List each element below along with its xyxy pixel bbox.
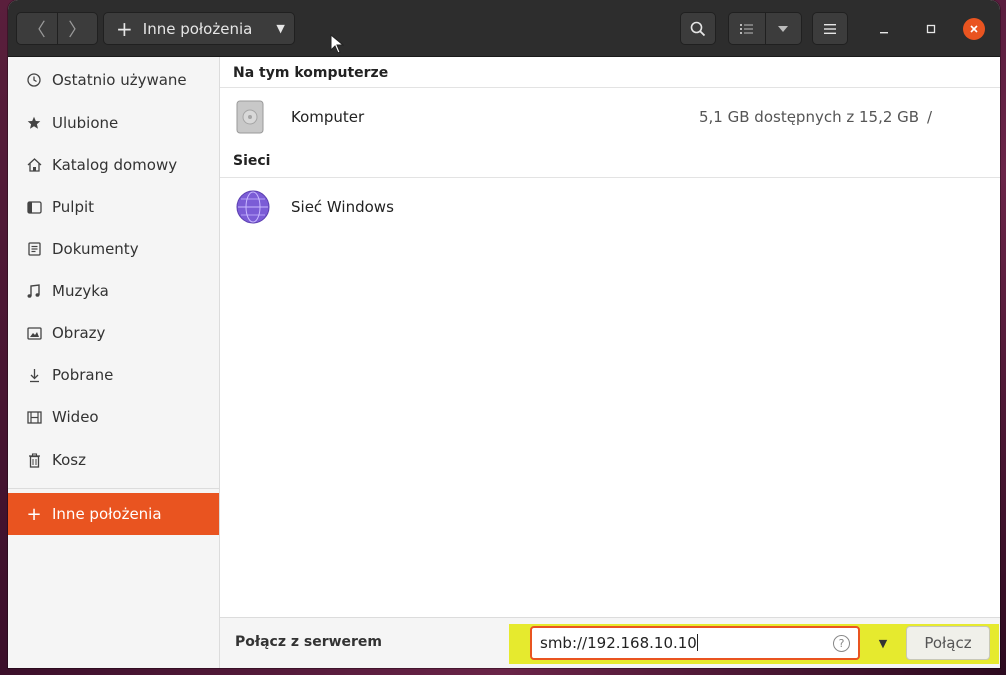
sidebar-item-downloads[interactable]: Pobrane bbox=[8, 354, 219, 396]
sidebar-item-label: Pobrane bbox=[52, 366, 114, 384]
connect-to-server-bar: Połącz z serwerem smb://192.168.10.10 ? … bbox=[220, 617, 1000, 668]
maximize-button[interactable] bbox=[920, 18, 942, 40]
sidebar: Ostatnio używane Ulubione Katalog domowy… bbox=[8, 57, 220, 668]
connect-to-server-label: Połącz z serwerem bbox=[235, 634, 383, 650]
download-icon bbox=[24, 368, 44, 383]
list-view-button[interactable] bbox=[729, 13, 766, 44]
forward-button[interactable]: 〉 bbox=[58, 13, 98, 44]
plus-icon: + bbox=[116, 16, 133, 41]
hard-drive-icon bbox=[236, 100, 264, 133]
sidebar-item-label: Obrazy bbox=[52, 324, 106, 342]
sidebar-item-label: Pulpit bbox=[52, 198, 95, 216]
network-globe-icon bbox=[236, 190, 270, 223]
video-icon bbox=[24, 410, 44, 424]
navigation-buttons: 〈 〉 bbox=[16, 12, 98, 45]
music-icon bbox=[24, 283, 44, 299]
sidebar-item-trash[interactable]: Kosz bbox=[8, 439, 219, 481]
file-manager-window: 〈 〉 + Inne położenia ▼ Ostatnio używane … bbox=[8, 0, 1000, 668]
close-button[interactable] bbox=[963, 18, 985, 40]
sidebar-item-music[interactable]: Muzyka bbox=[8, 270, 219, 312]
location-name: Sieć Windows bbox=[291, 197, 394, 216]
sidebar-item-pictures[interactable]: Obrazy bbox=[8, 312, 219, 354]
sidebar-item-label: Ostatnio używane bbox=[52, 71, 187, 89]
sidebar-item-recent[interactable]: Ostatnio używane bbox=[8, 59, 219, 101]
image-icon bbox=[24, 326, 44, 340]
search-icon bbox=[690, 21, 706, 36]
mouse-pointer-icon bbox=[330, 34, 344, 54]
sidebar-item-label: Wideo bbox=[52, 408, 99, 426]
back-button[interactable]: 〈 bbox=[17, 13, 58, 44]
location-button[interactable]: + Inne położenia ▼ bbox=[103, 12, 295, 45]
forward-icon: 〉 bbox=[68, 19, 87, 41]
maximize-icon bbox=[926, 24, 936, 34]
chevron-down-icon bbox=[778, 25, 789, 32]
home-icon bbox=[24, 158, 44, 172]
star-icon bbox=[24, 116, 44, 130]
minimize-icon bbox=[880, 32, 888, 34]
close-icon bbox=[970, 25, 978, 33]
connect-button[interactable]: Połącz bbox=[906, 626, 990, 660]
sidebar-item-label: Inne położenia bbox=[52, 505, 162, 523]
sidebar-item-home[interactable]: Katalog domowy bbox=[8, 144, 219, 186]
section-title-networks: Sieci bbox=[233, 153, 271, 169]
sidebar-separator bbox=[8, 488, 219, 489]
trash-icon bbox=[24, 452, 44, 468]
desktop-icon bbox=[24, 200, 44, 214]
headerbar: 〈 〉 + Inne położenia ▼ bbox=[8, 0, 1000, 57]
server-address-value: smb://192.168.10.10 bbox=[540, 634, 697, 652]
location-row-computer[interactable]: Komputer 5,1 GB dostępnych z 15,2 GB / bbox=[220, 94, 1000, 139]
sidebar-item-other-locations[interactable]: + Inne położenia bbox=[8, 493, 219, 535]
recent-servers-dropdown[interactable]: ▼ bbox=[867, 626, 899, 660]
search-button[interactable] bbox=[680, 12, 716, 45]
connect-button-label: Połącz bbox=[924, 634, 972, 652]
chevron-down-icon: ▼ bbox=[878, 636, 888, 650]
divider bbox=[220, 177, 1000, 178]
plus-icon: + bbox=[26, 503, 42, 525]
sidebar-item-label: Kosz bbox=[52, 451, 86, 469]
sidebar-item-label: Muzyka bbox=[52, 282, 109, 300]
back-icon: 〈 bbox=[27, 19, 46, 41]
location-name: Komputer bbox=[291, 107, 365, 126]
minimize-button[interactable] bbox=[873, 18, 895, 40]
chevron-down-icon: ▼ bbox=[276, 22, 285, 35]
section-title-computer: Na tym komputerze bbox=[233, 65, 389, 81]
sidebar-item-videos[interactable]: Wideo bbox=[8, 396, 219, 438]
location-mount-point: / bbox=[927, 107, 933, 126]
menu-button[interactable] bbox=[812, 12, 848, 45]
help-icon[interactable]: ? bbox=[833, 635, 850, 652]
hamburger-icon bbox=[824, 23, 836, 34]
sidebar-item-starred[interactable]: Ulubione bbox=[8, 102, 219, 144]
clock-icon bbox=[24, 73, 44, 87]
view-options-button[interactable] bbox=[766, 13, 802, 44]
location-row-windows-network[interactable]: Sieć Windows bbox=[220, 184, 1000, 229]
server-address-input[interactable]: smb://192.168.10.10 ? bbox=[530, 626, 860, 660]
sidebar-item-desktop[interactable]: Pulpit bbox=[8, 186, 219, 228]
view-buttons bbox=[728, 12, 802, 45]
sidebar-item-label: Dokumenty bbox=[52, 240, 139, 258]
sidebar-item-documents[interactable]: Dokumenty bbox=[8, 228, 219, 270]
sidebar-item-label: Ulubione bbox=[52, 114, 119, 132]
divider bbox=[220, 87, 1000, 88]
text-cursor bbox=[696, 634, 698, 651]
sidebar-item-label: Katalog domowy bbox=[52, 156, 178, 174]
location-label: Inne położenia bbox=[142, 19, 253, 38]
document-icon bbox=[24, 242, 44, 256]
location-space-info: 5,1 GB dostępnych z 15,2 GB bbox=[699, 107, 920, 126]
locations-list: Na tym komputerze Komputer 5,1 GB dostęp… bbox=[220, 57, 1000, 617]
list-view-icon bbox=[739, 23, 753, 34]
